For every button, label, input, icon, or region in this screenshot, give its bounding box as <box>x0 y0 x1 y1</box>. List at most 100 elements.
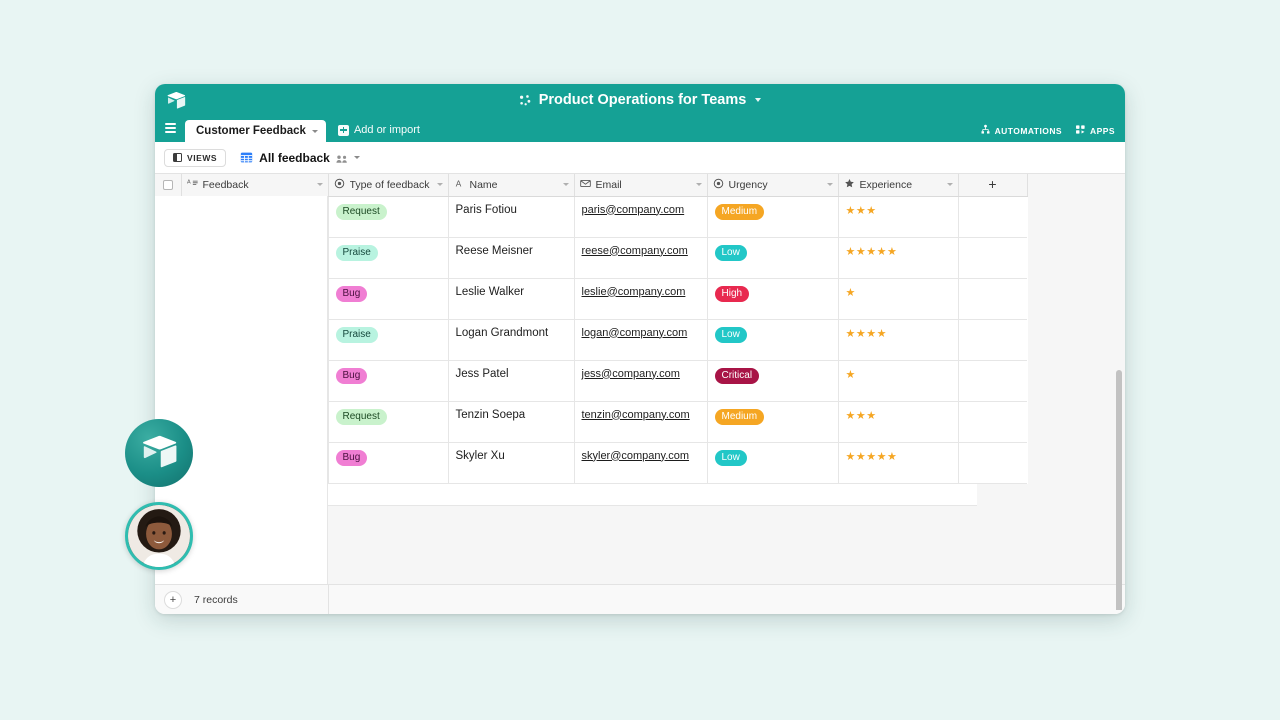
people-icon <box>336 153 348 163</box>
column-label: Experience <box>859 178 913 191</box>
chevron-down-icon[interactable] <box>436 183 443 187</box>
hamburger-menu-icon[interactable] <box>165 123 176 135</box>
column-header-experience[interactable]: Experience <box>838 174 959 197</box>
add-or-import-label: Add or import <box>353 124 420 136</box>
cell-email[interactable]: tenzin@company.com <box>574 401 708 443</box>
single-select-icon <box>334 178 345 192</box>
cell-experience[interactable]: ★★★★★ <box>838 237 959 279</box>
apps-label: APPS <box>1090 125 1115 136</box>
cell-type-of-feedback[interactable]: Bug <box>328 278 449 320</box>
cell-empty <box>958 319 1027 361</box>
cell-urgency[interactable]: Low <box>707 319 839 361</box>
star-rating: ★★★ <box>845 409 877 422</box>
chevron-down-icon[interactable] <box>826 183 833 187</box>
column-header-type-of-feedback[interactable]: Type of feedback <box>328 174 449 197</box>
column-header-email[interactable]: Email <box>574 174 708 197</box>
type-badge: Bug <box>335 285 368 302</box>
column-header-urgency[interactable]: Urgency <box>707 174 839 197</box>
apps-button[interactable]: APPS <box>1075 124 1115 137</box>
cell-experience[interactable]: ★★★★ <box>838 319 959 361</box>
cell-urgency[interactable]: High <box>707 278 839 320</box>
cell-urgency[interactable]: Medium <box>707 401 839 443</box>
column-label: Urgency <box>728 178 768 191</box>
type-badge: Bug <box>335 367 368 384</box>
page-title: Product Operations for Teams <box>538 92 747 108</box>
email-link[interactable]: tenzin@company.com <box>582 409 690 421</box>
cell-experience[interactable]: ★★★ <box>838 196 959 238</box>
tab-customer-feedback[interactable]: Customer Feedback <box>185 120 326 142</box>
chevron-down-icon[interactable] <box>311 129 318 133</box>
cell-type-of-feedback[interactable]: Praise <box>328 319 449 361</box>
urgency-badge: Medium <box>714 408 765 425</box>
chevron-down-icon[interactable] <box>316 183 323 187</box>
cell-name[interactable]: Leslie Walker <box>448 278 575 320</box>
cell-empty <box>958 196 1027 238</box>
automations-icon <box>980 124 991 137</box>
checkbox-icon[interactable] <box>162 179 173 190</box>
presenter-avatar <box>125 502 193 570</box>
cell-urgency[interactable]: Low <box>707 442 839 484</box>
cell-email[interactable]: reese@company.com <box>574 237 708 279</box>
footer-divider <box>328 585 329 614</box>
email-link[interactable]: leslie@company.com <box>582 286 686 298</box>
email-link[interactable]: reese@company.com <box>582 245 688 257</box>
email-link[interactable]: jess@company.com <box>582 368 680 380</box>
star-rating: ★★★★★ <box>845 450 898 463</box>
cell-email[interactable]: skyler@company.com <box>574 442 708 484</box>
cell-urgency[interactable]: Critical <box>707 360 839 402</box>
document-title-group[interactable]: Product Operations for Teams <box>519 92 762 108</box>
cell-type-of-feedback[interactable]: Request <box>328 196 449 238</box>
urgency-badge: Low <box>714 244 747 261</box>
chevron-down-icon[interactable] <box>946 183 953 187</box>
select-all-cell[interactable] <box>155 174 182 197</box>
email-link[interactable]: logan@company.com <box>582 327 688 339</box>
email-link[interactable]: skyler@company.com <box>582 450 690 462</box>
cell-type-of-feedback[interactable]: Bug <box>328 360 449 402</box>
cell-type-of-feedback[interactable]: Praise <box>328 237 449 279</box>
cell-experience[interactable]: ★ <box>838 278 959 320</box>
cell-email[interactable]: jess@company.com <box>574 360 708 402</box>
current-view-selector[interactable]: All feedback <box>240 151 360 165</box>
long-text-icon: A <box>187 178 198 192</box>
grid-area: A Feedback Type of feedback A Name Email… <box>155 174 1125 610</box>
column-header-feedback[interactable]: A Feedback <box>181 174 329 197</box>
cell-email[interactable]: leslie@company.com <box>574 278 708 320</box>
views-button[interactable]: VIEWS <box>164 148 227 167</box>
cell-name[interactable]: Logan Grandmont <box>448 319 575 361</box>
vertical-scrollbar[interactable] <box>1116 370 1122 610</box>
plus-icon: + <box>988 176 997 193</box>
add-column-button[interactable]: + <box>958 174 1028 197</box>
cell-type-of-feedback[interactable]: Request <box>328 401 449 443</box>
cell-email[interactable]: paris@company.com <box>574 196 708 238</box>
add-record-button[interactable]: + <box>164 590 182 609</box>
cell-name[interactable]: Paris Fotiou <box>448 196 575 238</box>
chevron-down-icon[interactable] <box>562 183 569 187</box>
tab-label: Customer Feedback <box>196 125 306 137</box>
cell-experience[interactable]: ★★★ <box>838 401 959 443</box>
apps-grid-icon <box>1075 124 1086 137</box>
email-link[interactable]: paris@company.com <box>582 204 685 216</box>
cell-urgency[interactable]: Low <box>707 237 839 279</box>
plus-square-icon <box>337 124 349 136</box>
urgency-badge: High <box>714 285 750 302</box>
cell-name[interactable]: Tenzin Soepa <box>448 401 575 443</box>
brand-logo-overlay <box>125 419 193 487</box>
cell-name[interactable]: Skyler Xu <box>448 442 575 484</box>
add-or-import-button[interactable]: Add or import <box>337 124 420 136</box>
automations-button[interactable]: AUTOMATIONS <box>980 124 1062 137</box>
cell-name[interactable]: Reese Meisner <box>448 237 575 279</box>
cell-experience[interactable]: ★ <box>838 360 959 402</box>
airtable-box-logo-icon[interactable] <box>166 90 186 110</box>
chevron-down-icon[interactable] <box>353 156 360 159</box>
table-header: A Feedback Type of feedback A Name Email… <box>155 174 1028 197</box>
cell-urgency[interactable]: Medium <box>707 196 839 238</box>
cell-name[interactable]: Jess Patel <box>448 360 575 402</box>
star-rating: ★ <box>845 286 856 299</box>
chevron-down-icon[interactable] <box>755 98 762 102</box>
column-header-name[interactable]: A Name <box>448 174 575 197</box>
cell-type-of-feedback[interactable]: Bug <box>328 442 449 484</box>
airtable-box-logo-icon <box>140 432 178 475</box>
chevron-down-icon[interactable] <box>695 183 702 187</box>
cell-email[interactable]: logan@company.com <box>574 319 708 361</box>
cell-experience[interactable]: ★★★★★ <box>838 442 959 484</box>
